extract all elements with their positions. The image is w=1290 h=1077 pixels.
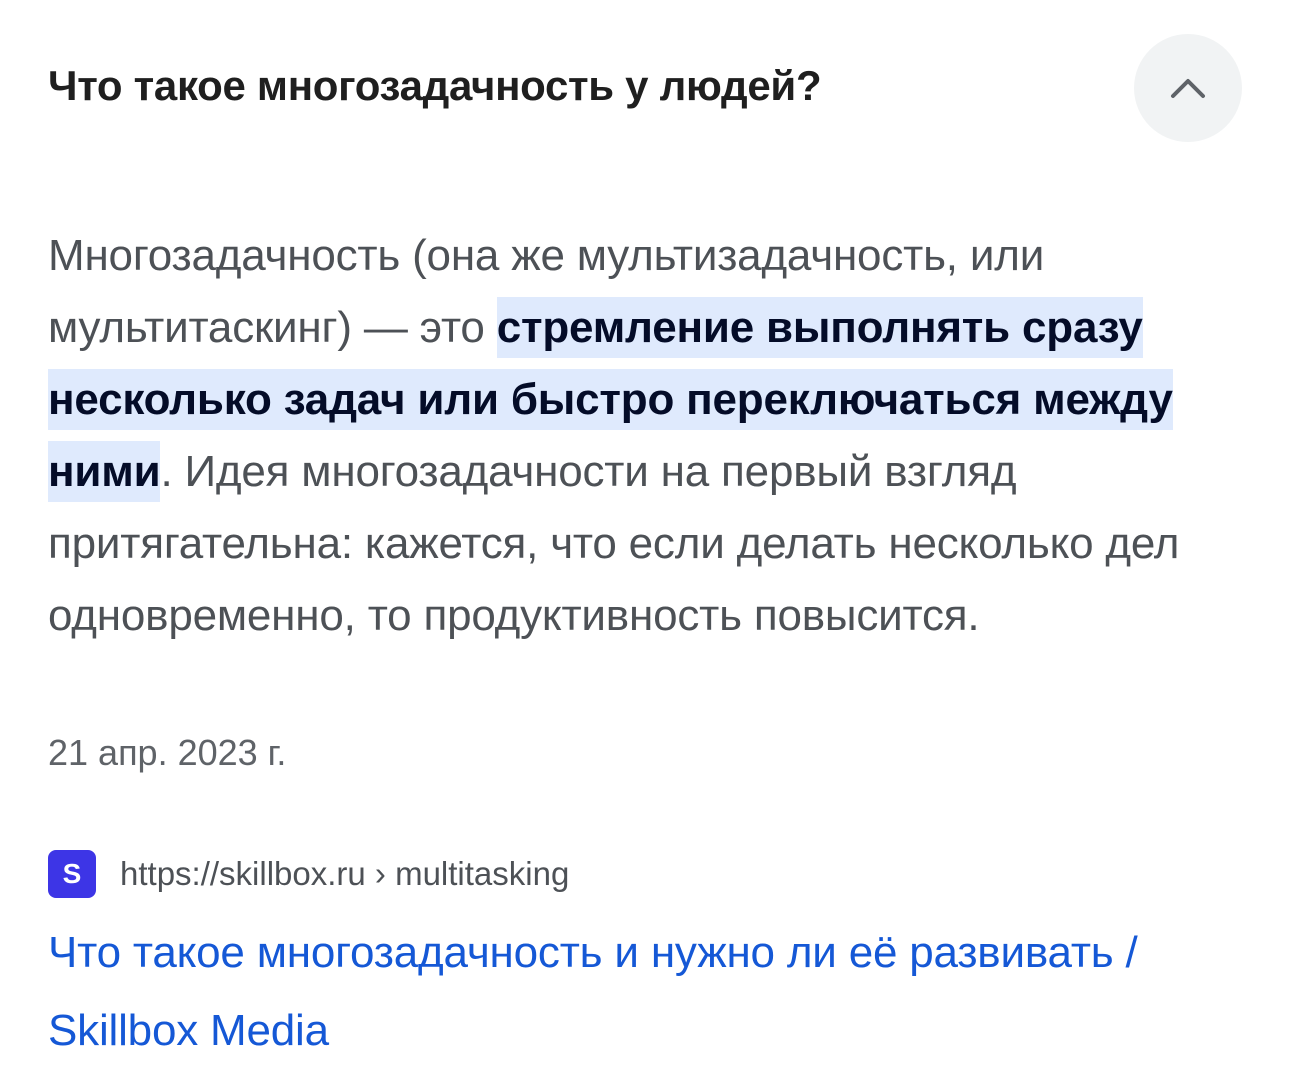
answer-text-after: . Идея многозадачности на первый взгляд … [48,447,1180,640]
collapse-button[interactable] [1134,34,1242,142]
faq-card: Что такое многозадачность у людей? Много… [0,0,1290,1077]
result-title-link[interactable]: Что такое многозадачность и нужно ли её … [48,914,1248,1070]
question-title[interactable]: Что такое многозадачность у людей? [48,62,822,110]
answer-text: Многозадачность (она же мультизадачность… [48,220,1218,652]
chevron-up-icon [1171,79,1205,98]
answer-date: 21 апр. 2023 г. [48,732,287,773]
source-url[interactable]: https://skillbox.ru › multitasking [120,855,569,893]
source-row[interactable]: S https://skillbox.ru › multitasking [48,850,569,898]
question-row[interactable]: Что такое многозадачность у людей? [48,34,1242,142]
skillbox-favicon-icon: S [48,850,96,898]
